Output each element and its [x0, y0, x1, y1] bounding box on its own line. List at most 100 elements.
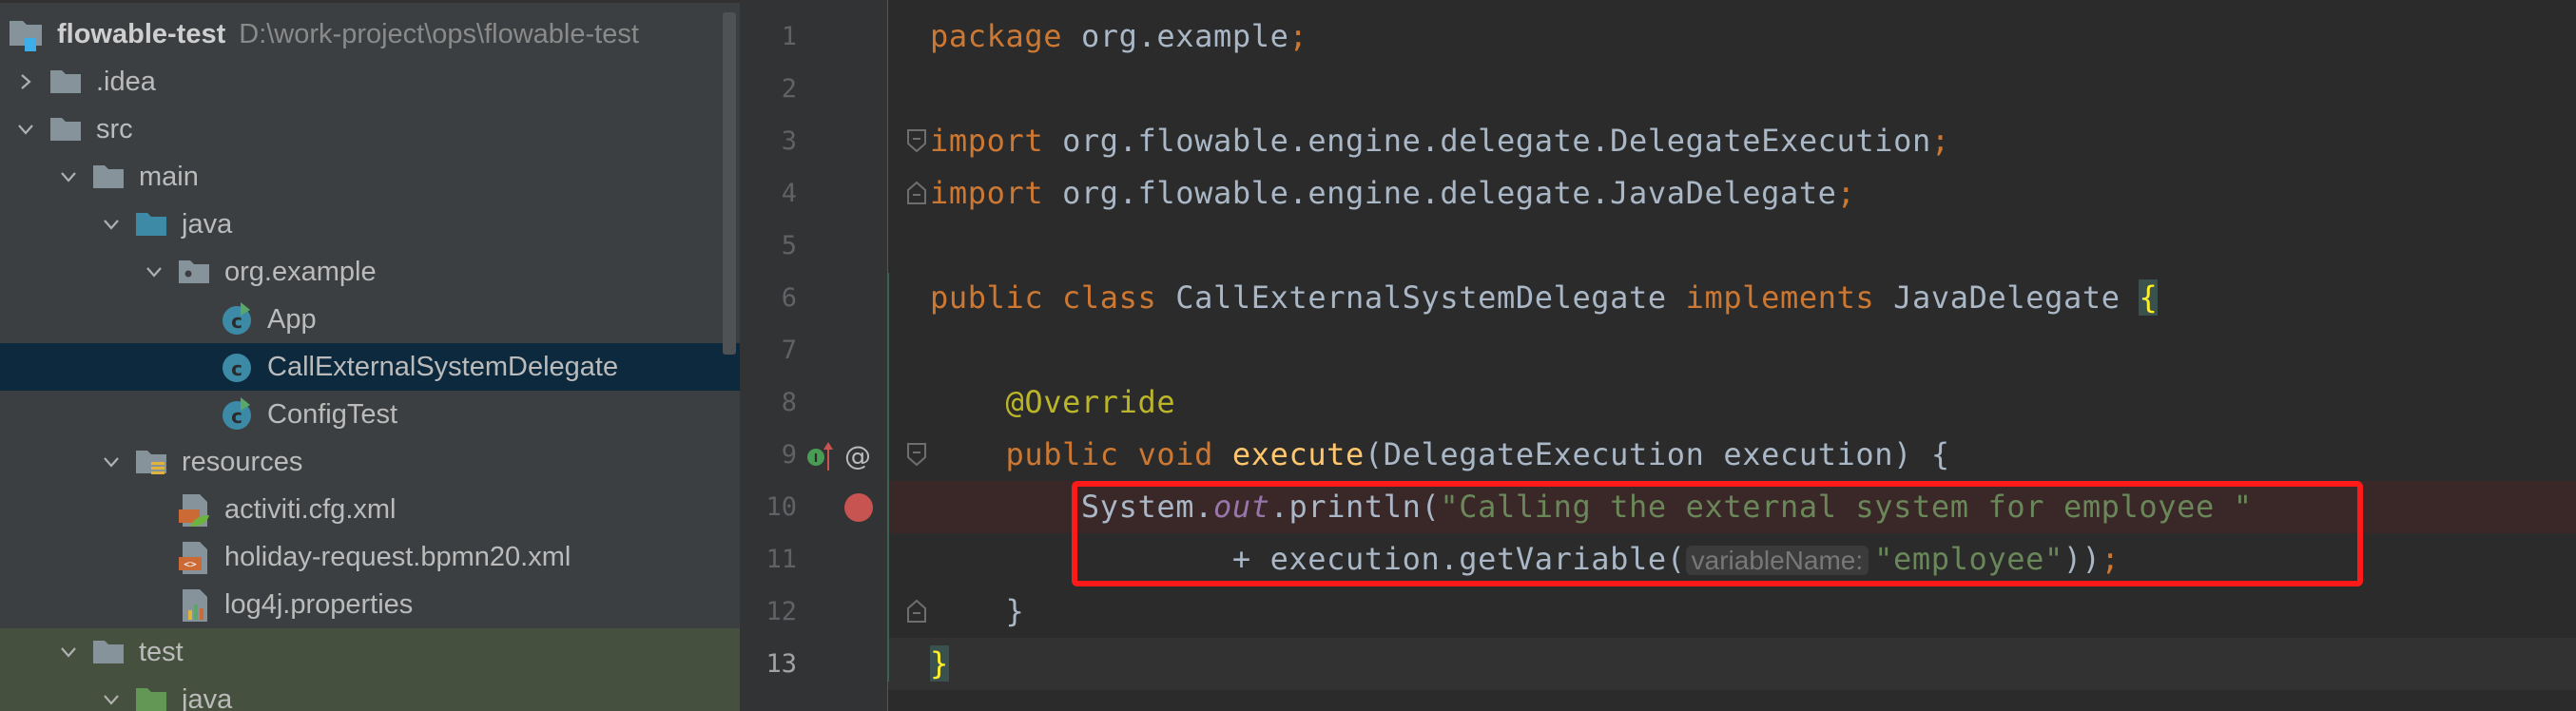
tree-item[interactable]: <> holiday-request.bpmn20.xml — [0, 533, 740, 581]
line-number: 11 — [765, 545, 797, 574]
line-number: 5 — [781, 231, 797, 260]
code-line[interactable]: import org.flowable.engine.delegate.Dele… — [740, 115, 2576, 167]
code-text: } — [930, 586, 1024, 638]
source-folder-icon — [132, 205, 170, 243]
tree-item[interactable]: test — [0, 628, 740, 676]
line-number: 13 — [765, 649, 797, 679]
line-number: 2 — [781, 74, 797, 104]
code-token: } — [930, 593, 1025, 629]
tree-item-label: .idea — [96, 66, 156, 97]
code-line[interactable]: package org.example; — [740, 10, 2576, 63]
code-line[interactable]: public class CallExternalSystemDelegate … — [740, 272, 2576, 324]
project-root[interactable]: flowable-test D:\work-project\ops\flowab… — [0, 10, 740, 58]
code-line[interactable]: } — [740, 586, 2576, 638]
runnable-class-icon: c — [218, 300, 256, 338]
tree-item[interactable]: src — [0, 106, 740, 153]
line-number: 1 — [781, 22, 797, 51]
test-folder-icon — [132, 681, 170, 711]
tree-item-label: java — [182, 683, 233, 711]
svg-text:@: @ — [844, 440, 871, 471]
implements-method-icon[interactable]: I @ — [804, 438, 881, 472]
folder-icon — [47, 63, 85, 101]
line-number: 9 — [781, 440, 797, 470]
tree-item-label: src — [96, 113, 133, 144]
tree-item-label: org.example — [224, 256, 377, 287]
code-text: public void execute(DelegateExecution ex… — [930, 429, 1950, 481]
code-line[interactable] — [740, 324, 2576, 376]
tree-item[interactable]: .idea — [0, 58, 740, 106]
highlight-annotation-box — [1072, 481, 2363, 586]
xml-file-icon: <> — [175, 538, 213, 576]
code-text: import org.flowable.engine.delegate.Dele… — [930, 115, 1950, 167]
tree-item[interactable]: c CallExternalSystemDelegate — [0, 343, 740, 391]
tree-item[interactable]: log4j.properties — [0, 581, 740, 628]
chevron-down-icon[interactable] — [89, 438, 132, 486]
fold-end-icon[interactable] — [906, 599, 927, 624]
code-line[interactable] — [740, 220, 2576, 272]
chevron-down-icon[interactable] — [132, 248, 175, 296]
code-editor[interactable]: package org.example; import org.flowable.… — [740, 0, 2576, 711]
line-number: 3 — [781, 126, 797, 156]
chevron-down-icon[interactable] — [4, 106, 47, 153]
code-token: ; — [1836, 175, 1856, 211]
line-number: 8 — [781, 388, 797, 417]
code-token: org.example — [1080, 18, 1289, 54]
tree-item[interactable]: resources — [0, 438, 740, 486]
tree-item-label: App — [267, 303, 317, 335]
code-token: ; — [1288, 18, 1308, 54]
chevron-down-icon[interactable] — [89, 201, 132, 248]
code-text: import org.flowable.engine.delegate.Java… — [930, 167, 1855, 220]
code-text: @Override — [930, 376, 1175, 429]
code-line[interactable]: } — [740, 638, 2576, 690]
code-token: { — [2139, 279, 2159, 316]
chevron-right-icon[interactable] — [4, 58, 47, 106]
code-token: } — [930, 645, 949, 682]
sidebar-scrollbar[interactable] — [723, 12, 736, 355]
code-line[interactable]: import org.flowable.engine.delegate.Java… — [740, 167, 2576, 220]
code-token: ; — [1930, 123, 1950, 159]
code-line[interactable]: @Override — [740, 376, 2576, 429]
fold-collapse-icon[interactable] — [906, 128, 927, 153]
indent-guide — [887, 273, 889, 682]
breakpoint-icon[interactable] — [844, 493, 873, 522]
tree-item[interactable]: main — [0, 153, 740, 201]
chevron-down-icon[interactable] — [89, 676, 132, 711]
line-number: 4 — [781, 179, 797, 208]
chevron-down-icon[interactable] — [47, 628, 89, 676]
code-line[interactable]: public void execute(DelegateExecution ex… — [740, 429, 2576, 481]
tree-item[interactable]: java — [0, 676, 740, 711]
code-token: import — [930, 175, 1063, 211]
tree-item[interactable]: org.example — [0, 248, 740, 296]
code-token: org.flowable.engine.delegate.JavaDelegat… — [1062, 175, 1837, 211]
code-token: public class — [930, 279, 1176, 316]
code-text: public class CallExternalSystemDelegate … — [930, 272, 2159, 324]
project-name: flowable-test — [57, 18, 226, 49]
tree-item[interactable]: c ConfigTest — [0, 391, 740, 438]
project-tool-window: flowable-test D:\work-project\ops\flowab… — [0, 0, 740, 711]
line-number: 7 — [781, 336, 797, 365]
fold-collapse-icon[interactable] — [906, 442, 927, 467]
tree-item[interactable]: activiti.cfg.xml — [0, 486, 740, 533]
code-line[interactable] — [740, 63, 2576, 115]
tree-item-label: log4j.properties — [224, 588, 414, 620]
tree-item[interactable]: java — [0, 201, 740, 248]
class-icon: c — [218, 348, 256, 386]
code-token: org.flowable.engine.delegate.DelegateExe… — [1062, 123, 1931, 159]
tree-item-label: main — [139, 161, 199, 192]
tree-item-label: ConfigTest — [267, 398, 398, 430]
folder-icon — [89, 633, 127, 671]
fold-end-icon[interactable] — [906, 181, 927, 205]
chevron-down-icon[interactable] — [47, 153, 89, 201]
runnable-class-icon: c — [218, 395, 256, 433]
svg-text:I: I — [814, 452, 818, 465]
tree-item-label: holiday-request.bpmn20.xml — [224, 541, 571, 572]
spring-xml-icon — [175, 490, 213, 528]
tree-item[interactable]: c App — [0, 296, 740, 343]
folder-icon — [47, 110, 85, 148]
svg-text:<>: <> — [184, 558, 197, 570]
